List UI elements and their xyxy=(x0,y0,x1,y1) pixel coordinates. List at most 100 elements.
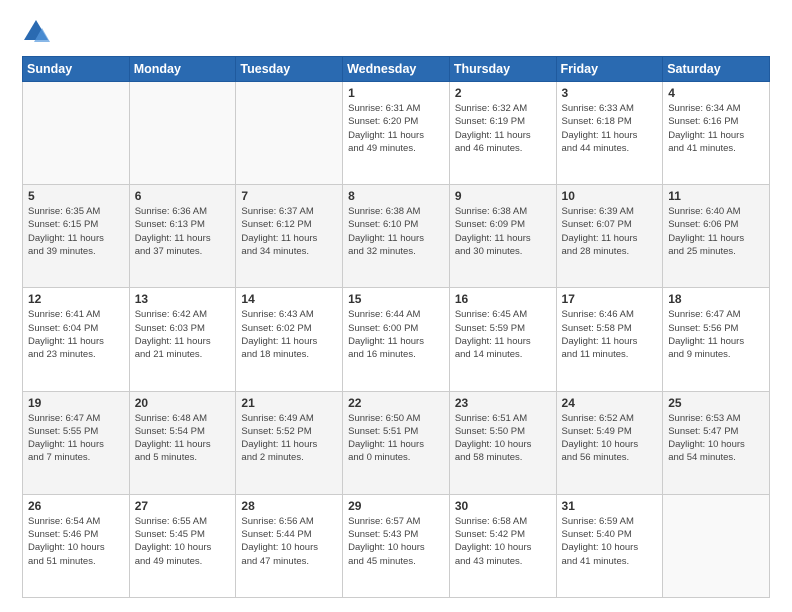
day-number: 7 xyxy=(241,189,337,203)
calendar-cell: 13 Sunrise: 6:42 AM Sunset: 6:03 PM Dayli… xyxy=(129,288,236,391)
day-info: Sunrise: 6:43 AM Sunset: 6:02 PM Dayligh… xyxy=(241,308,337,361)
calendar-cell: 8 Sunrise: 6:38 AM Sunset: 6:10 PM Daylig… xyxy=(343,185,450,288)
calendar-cell: 20 Sunrise: 6:48 AM Sunset: 5:54 PM Dayli… xyxy=(129,391,236,494)
day-info: Sunrise: 6:35 AM Sunset: 6:15 PM Dayligh… xyxy=(28,205,124,258)
day-number: 12 xyxy=(28,292,124,306)
week-row-4: 26 Sunrise: 6:54 AM Sunset: 5:46 PM Dayli… xyxy=(23,494,770,597)
week-row-2: 12 Sunrise: 6:41 AM Sunset: 6:04 PM Dayli… xyxy=(23,288,770,391)
weekday-header-friday: Friday xyxy=(556,57,663,82)
day-info: Sunrise: 6:36 AM Sunset: 6:13 PM Dayligh… xyxy=(135,205,231,258)
weekday-header-row: SundayMondayTuesdayWednesdayThursdayFrid… xyxy=(23,57,770,82)
day-info: Sunrise: 6:31 AM Sunset: 6:20 PM Dayligh… xyxy=(348,102,444,155)
calendar-cell: 26 Sunrise: 6:54 AM Sunset: 5:46 PM Dayli… xyxy=(23,494,130,597)
weekday-header-monday: Monday xyxy=(129,57,236,82)
calendar-cell xyxy=(23,82,130,185)
calendar-cell: 4 Sunrise: 6:34 AM Sunset: 6:16 PM Daylig… xyxy=(663,82,770,185)
calendar-cell: 18 Sunrise: 6:47 AM Sunset: 5:56 PM Dayli… xyxy=(663,288,770,391)
calendar-cell: 29 Sunrise: 6:57 AM Sunset: 5:43 PM Dayli… xyxy=(343,494,450,597)
calendar-cell: 23Sunrise: 6:51 AM Sunset: 5:50 PM Dayli… xyxy=(449,391,556,494)
day-number: 22 xyxy=(348,396,444,410)
calendar-cell: 31 Sunrise: 6:59 AM Sunset: 5:40 PM Dayli… xyxy=(556,494,663,597)
calendar-cell: 22 Sunrise: 6:50 AM Sunset: 5:51 PM Dayli… xyxy=(343,391,450,494)
calendar-cell xyxy=(129,82,236,185)
day-number: 2 xyxy=(455,86,551,100)
week-row-0: 1 Sunrise: 6:31 AM Sunset: 6:20 PM Daylig… xyxy=(23,82,770,185)
calendar-cell: 7 Sunrise: 6:37 AM Sunset: 6:12 PM Daylig… xyxy=(236,185,343,288)
day-info: Sunrise: 6:59 AM Sunset: 5:40 PM Dayligh… xyxy=(562,515,658,568)
weekday-header-tuesday: Tuesday xyxy=(236,57,343,82)
calendar-cell: 25Sunrise: 6:53 AM Sunset: 5:47 PM Dayli… xyxy=(663,391,770,494)
day-number: 24 xyxy=(562,396,658,410)
day-info: Sunrise: 6:47 AM Sunset: 5:55 PM Dayligh… xyxy=(28,412,124,465)
day-number: 13 xyxy=(135,292,231,306)
day-info: Sunrise: 6:34 AM Sunset: 6:16 PM Dayligh… xyxy=(668,102,764,155)
day-number: 20 xyxy=(135,396,231,410)
calendar-cell: 27 Sunrise: 6:55 AM Sunset: 5:45 PM Dayli… xyxy=(129,494,236,597)
day-info: Sunrise: 6:44 AM Sunset: 6:00 PM Dayligh… xyxy=(348,308,444,361)
calendar-cell: 2 Sunrise: 6:32 AM Sunset: 6:19 PM Daylig… xyxy=(449,82,556,185)
day-info: Sunrise: 6:50 AM Sunset: 5:51 PM Dayligh… xyxy=(348,412,444,465)
calendar: SundayMondayTuesdayWednesdayThursdayFrid… xyxy=(22,56,770,598)
page: SundayMondayTuesdayWednesdayThursdayFrid… xyxy=(0,0,792,612)
calendar-cell xyxy=(663,494,770,597)
calendar-cell: 15Sunrise: 6:44 AM Sunset: 6:00 PM Dayli… xyxy=(343,288,450,391)
day-info: Sunrise: 6:42 AM Sunset: 6:03 PM Dayligh… xyxy=(135,308,231,361)
day-number: 18 xyxy=(668,292,764,306)
day-number: 25 xyxy=(668,396,764,410)
day-number: 19 xyxy=(28,396,124,410)
day-number: 21 xyxy=(241,396,337,410)
calendar-cell: 24 Sunrise: 6:52 AM Sunset: 5:49 PM Dayli… xyxy=(556,391,663,494)
day-info: Sunrise: 6:41 AM Sunset: 6:04 PM Dayligh… xyxy=(28,308,124,361)
calendar-cell: 17Sunrise: 6:46 AM Sunset: 5:58 PM Dayli… xyxy=(556,288,663,391)
day-number: 23 xyxy=(455,396,551,410)
calendar-cell: 3 Sunrise: 6:33 AM Sunset: 6:18 PM Daylig… xyxy=(556,82,663,185)
calendar-cell: 10Sunrise: 6:39 AM Sunset: 6:07 PM Dayli… xyxy=(556,185,663,288)
day-info: Sunrise: 6:57 AM Sunset: 5:43 PM Dayligh… xyxy=(348,515,444,568)
calendar-cell: 28 Sunrise: 6:56 AM Sunset: 5:44 PM Dayli… xyxy=(236,494,343,597)
day-info: Sunrise: 6:49 AM Sunset: 5:52 PM Dayligh… xyxy=(241,412,337,465)
day-info: Sunrise: 6:47 AM Sunset: 5:56 PM Dayligh… xyxy=(668,308,764,361)
day-number: 30 xyxy=(455,499,551,513)
day-number: 3 xyxy=(562,86,658,100)
day-number: 1 xyxy=(348,86,444,100)
logo xyxy=(22,18,57,46)
day-info: Sunrise: 6:45 AM Sunset: 5:59 PM Dayligh… xyxy=(455,308,551,361)
day-info: Sunrise: 6:56 AM Sunset: 5:44 PM Dayligh… xyxy=(241,515,337,568)
week-row-3: 19 Sunrise: 6:47 AM Sunset: 5:55 PM Dayli… xyxy=(23,391,770,494)
weekday-header-saturday: Saturday xyxy=(663,57,770,82)
day-number: 27 xyxy=(135,499,231,513)
day-info: Sunrise: 6:48 AM Sunset: 5:54 PM Dayligh… xyxy=(135,412,231,465)
calendar-cell: 21 Sunrise: 6:49 AM Sunset: 5:52 PM Dayli… xyxy=(236,391,343,494)
calendar-cell: 5 Sunrise: 6:35 AM Sunset: 6:15 PM Daylig… xyxy=(23,185,130,288)
day-number: 5 xyxy=(28,189,124,203)
day-number: 8 xyxy=(348,189,444,203)
day-info: Sunrise: 6:38 AM Sunset: 6:09 PM Dayligh… xyxy=(455,205,551,258)
day-number: 16 xyxy=(455,292,551,306)
calendar-cell: 16 Sunrise: 6:45 AM Sunset: 5:59 PM Dayli… xyxy=(449,288,556,391)
calendar-cell: 19 Sunrise: 6:47 AM Sunset: 5:55 PM Dayli… xyxy=(23,391,130,494)
day-number: 4 xyxy=(668,86,764,100)
day-info: Sunrise: 6:54 AM Sunset: 5:46 PM Dayligh… xyxy=(28,515,124,568)
weekday-header-wednesday: Wednesday xyxy=(343,57,450,82)
day-info: Sunrise: 6:52 AM Sunset: 5:49 PM Dayligh… xyxy=(562,412,658,465)
weekday-header-thursday: Thursday xyxy=(449,57,556,82)
day-info: Sunrise: 6:40 AM Sunset: 6:06 PM Dayligh… xyxy=(668,205,764,258)
day-info: Sunrise: 6:32 AM Sunset: 6:19 PM Dayligh… xyxy=(455,102,551,155)
calendar-cell: 9Sunrise: 6:38 AM Sunset: 6:09 PM Daylig… xyxy=(449,185,556,288)
header xyxy=(22,18,770,46)
calendar-cell: 12 Sunrise: 6:41 AM Sunset: 6:04 PM Dayli… xyxy=(23,288,130,391)
day-info: Sunrise: 6:33 AM Sunset: 6:18 PM Dayligh… xyxy=(562,102,658,155)
day-info: Sunrise: 6:55 AM Sunset: 5:45 PM Dayligh… xyxy=(135,515,231,568)
day-number: 6 xyxy=(135,189,231,203)
day-info: Sunrise: 6:37 AM Sunset: 6:12 PM Dayligh… xyxy=(241,205,337,258)
week-row-1: 5 Sunrise: 6:35 AM Sunset: 6:15 PM Daylig… xyxy=(23,185,770,288)
day-number: 14 xyxy=(241,292,337,306)
calendar-cell: 30Sunrise: 6:58 AM Sunset: 5:42 PM Dayli… xyxy=(449,494,556,597)
day-number: 31 xyxy=(562,499,658,513)
day-number: 29 xyxy=(348,499,444,513)
day-number: 11 xyxy=(668,189,764,203)
day-info: Sunrise: 6:38 AM Sunset: 6:10 PM Dayligh… xyxy=(348,205,444,258)
day-number: 28 xyxy=(241,499,337,513)
day-info: Sunrise: 6:46 AM Sunset: 5:58 PM Dayligh… xyxy=(562,308,658,361)
day-number: 26 xyxy=(28,499,124,513)
